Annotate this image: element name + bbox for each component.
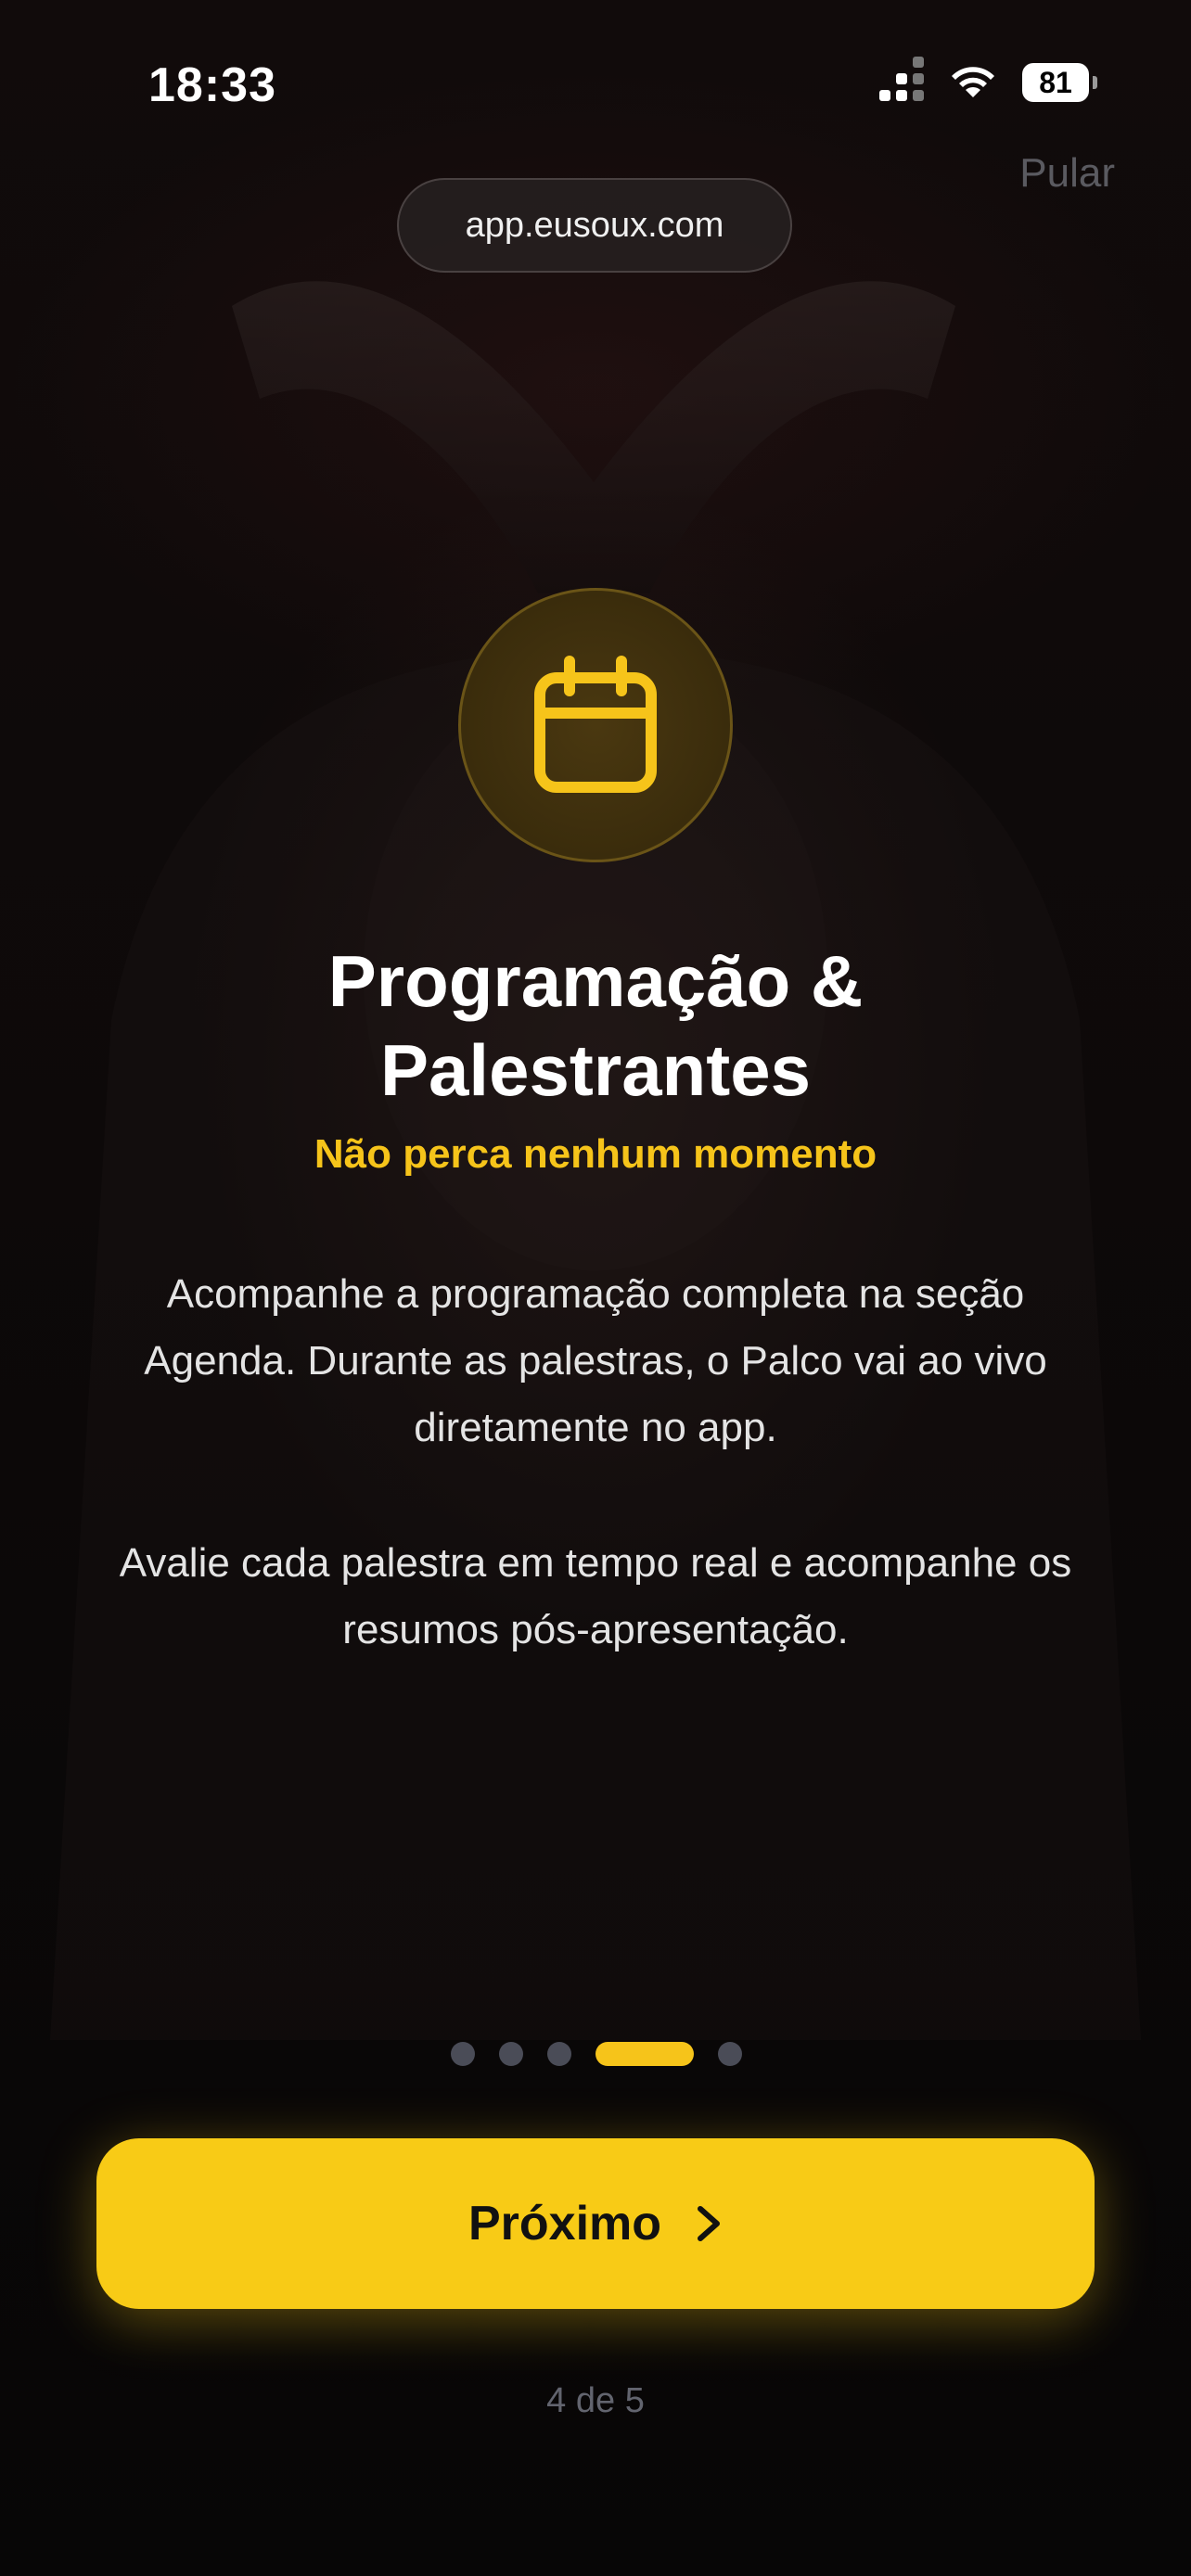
page-indicator bbox=[451, 2042, 742, 2066]
skip-button[interactable]: Pular bbox=[1019, 150, 1115, 197]
cellular-signal-icon bbox=[879, 57, 924, 101]
page-dot-1[interactable] bbox=[451, 2042, 475, 2066]
url-bar[interactable]: app.eusoux.com bbox=[397, 178, 792, 273]
step-counter: 4 de 5 bbox=[546, 2381, 645, 2420]
title-line-2: Palestrantes bbox=[380, 1029, 811, 1111]
title-line-1: Programação & bbox=[327, 940, 864, 1022]
chevron-right-icon bbox=[698, 2206, 721, 2241]
page-dot-3[interactable] bbox=[547, 2042, 571, 2066]
status-icons: 81 bbox=[879, 57, 1097, 102]
page-dot-4-active[interactable] bbox=[596, 2042, 694, 2066]
calendar-icon bbox=[534, 656, 657, 793]
page-dot-5[interactable] bbox=[718, 2042, 742, 2066]
battery-icon: 81 bbox=[1022, 63, 1097, 102]
page-title: Programação & Palestrantes bbox=[0, 937, 1191, 1115]
next-button-label: Próximo bbox=[467, 2197, 662, 2251]
status-time: 18:33 bbox=[148, 58, 276, 112]
feature-icon-circle bbox=[458, 588, 733, 862]
description-paragraph-1: Acompanhe a programação completa na seçã… bbox=[144, 1271, 1047, 1450]
wifi-icon bbox=[952, 67, 994, 97]
page-dot-2[interactable] bbox=[499, 2042, 523, 2066]
page-subtitle: Não perca nenhum momento bbox=[314, 1131, 877, 1177]
description-paragraph-2: Avalie cada palestra em tempo real e aco… bbox=[119, 1540, 1072, 1652]
next-button[interactable]: Próximo bbox=[96, 2138, 1095, 2309]
